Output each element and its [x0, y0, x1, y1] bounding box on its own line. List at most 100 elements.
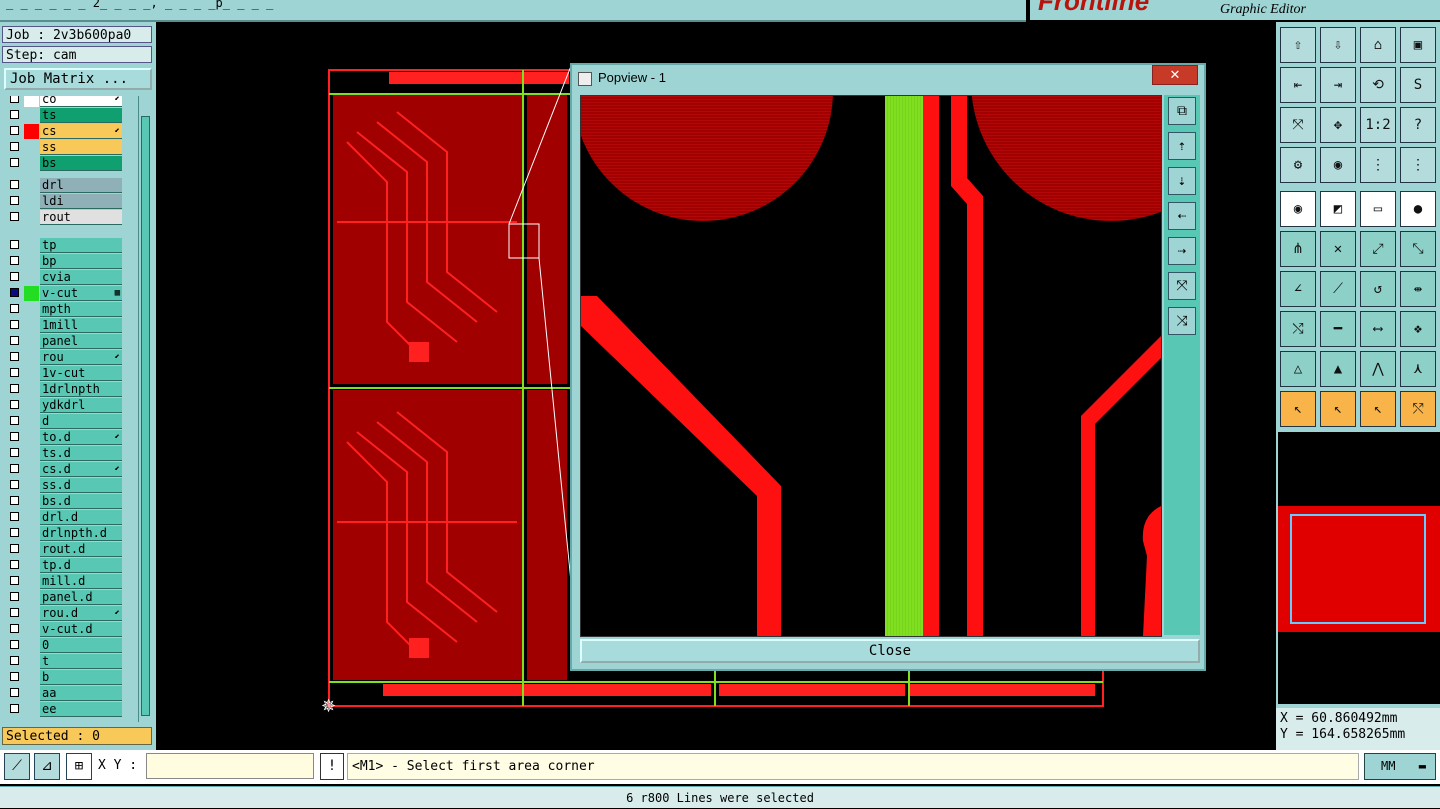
layer-checkbox[interactable] [10, 688, 19, 697]
layer-checkbox[interactable] [10, 624, 19, 633]
job-matrix-button[interactable]: Job Matrix ... [4, 68, 152, 90]
net-icon[interactable]: ⋮ [1360, 147, 1396, 183]
layer-row-ss.d[interactable]: ss.d [4, 478, 130, 493]
layer-checkbox[interactable] [10, 640, 19, 649]
layer-checkbox[interactable] [10, 352, 19, 361]
layer-checkbox[interactable] [10, 212, 19, 221]
layer-name[interactable]: ee [40, 702, 122, 717]
arc-icon[interactable]: ↺ [1360, 271, 1396, 307]
layer-checkbox[interactable] [10, 256, 19, 265]
layer-row-tp.d[interactable]: tp.d [4, 558, 130, 573]
units-select[interactable]: MM ▬ [1364, 753, 1436, 780]
layer-name[interactable]: mpth [40, 302, 122, 317]
layer-checkbox[interactable] [10, 110, 19, 119]
layer-checkbox[interactable] [10, 576, 19, 585]
layer-name[interactable]: panel [40, 334, 122, 349]
layer-name[interactable]: mill.d [40, 574, 122, 589]
layer-checkbox[interactable] [10, 528, 19, 537]
layer-name[interactable]: drl [40, 178, 122, 193]
layer-name[interactable]: cvia [40, 270, 122, 285]
layer-name[interactable]: bs [40, 156, 122, 171]
layer-name[interactable]: tp.d [40, 558, 122, 573]
layer-checkbox[interactable] [10, 320, 19, 329]
delete-icon[interactable]: ✕ [1320, 231, 1356, 267]
layer-row-mpth[interactable]: mpth [4, 302, 130, 317]
flip-icon[interactable]: ⇹ [1400, 271, 1436, 307]
layer-checkbox[interactable] [10, 656, 19, 665]
scrollbar-thumb[interactable] [141, 116, 150, 716]
layer-row-1v-cut[interactable]: 1v-cut [4, 366, 130, 381]
layer-color-swatch[interactable] [24, 124, 39, 139]
fit-icon[interactable]: ⤧ [1280, 107, 1316, 143]
layer-checkbox[interactable] [10, 592, 19, 601]
grid-icon[interactable]: ⊞ [66, 753, 92, 780]
layer-name[interactable]: drl.d [40, 510, 122, 525]
layer-checkbox[interactable] [10, 400, 19, 409]
top-layer-icon[interactable]: ⇧ [1280, 27, 1316, 63]
scale-icon[interactable]: 1:2 [1360, 107, 1396, 143]
layer-row-ts.d[interactable]: ts.d [4, 446, 130, 461]
layer-row-v-cut[interactable]: v-cut ▦ [4, 286, 130, 301]
layer-row-b[interactable]: b [4, 670, 130, 685]
layer-name[interactable]: ldi [40, 194, 122, 209]
layer-row-cs.d[interactable]: cs.d ⬋ [4, 462, 130, 477]
layer-name[interactable]: bp [40, 254, 122, 269]
layer-name[interactable]: d [40, 414, 122, 429]
layer-checkbox[interactable] [10, 240, 19, 249]
close-icon[interactable]: ✕ [1152, 65, 1198, 85]
copy-icon[interactable]: ⤡ [1400, 231, 1436, 267]
layer-checkbox[interactable] [10, 480, 19, 489]
layer-checkbox[interactable] [10, 416, 19, 425]
popview-close-button[interactable]: Close [580, 639, 1200, 663]
group-icon[interactable]: ❖ [1400, 311, 1436, 347]
dot-icon[interactable]: ● [1400, 191, 1436, 227]
layer-name[interactable]: panel.d [40, 590, 122, 605]
move-left-icon[interactable]: ⇤ [1280, 67, 1316, 103]
pan-down-icon[interactable]: ⇣ [1168, 167, 1196, 195]
layer-row-drl.d[interactable]: drl.d [4, 510, 130, 525]
window-icon[interactable]: ▣ [1400, 27, 1436, 63]
snap-icon[interactable]: ⟋ [4, 753, 30, 780]
layer-checkbox[interactable] [10, 142, 19, 151]
layer-name[interactable]: cs.d ⬋ [40, 462, 122, 477]
layer-row-rout.d[interactable]: rout.d [4, 542, 130, 557]
layer-checkbox[interactable] [10, 180, 19, 189]
help-icon[interactable]: ? [1400, 107, 1436, 143]
layer-row-rout[interactable]: rout [4, 210, 130, 225]
layer-checkbox[interactable] [10, 544, 19, 553]
layer-checkbox[interactable] [10, 496, 19, 505]
layer-checkbox[interactable] [10, 368, 19, 377]
layer-row-bs.d[interactable]: bs.d [4, 494, 130, 509]
layer-checkbox[interactable] [10, 384, 19, 393]
layer-row-rou.d[interactable]: rou.d ⬋ [4, 606, 130, 621]
polarity-icon[interactable]: ◩ [1320, 191, 1356, 227]
ruler-icon[interactable]: ▭ [1360, 191, 1396, 227]
layer-row-ydkdrl[interactable]: ydkdrl [4, 398, 130, 413]
line-icon[interactable]: ⟋ [1320, 271, 1356, 307]
layer-row-d[interactable]: d [4, 414, 130, 429]
layer-row-tp[interactable]: tp [4, 238, 130, 253]
layer-name[interactable]: rou ⬋ [40, 350, 122, 365]
layer-color-swatch[interactable] [24, 96, 39, 107]
layer-checkbox[interactable] [10, 704, 19, 713]
edit-vertex-icon[interactable]: ⋏ [1400, 351, 1436, 387]
snap-mode-icon[interactable]: S [1400, 67, 1436, 103]
layer-checkbox[interactable] [10, 464, 19, 473]
layer-checkbox[interactable] [10, 672, 19, 681]
settings-icon[interactable]: ⚙ [1280, 147, 1316, 183]
layer-row-t[interactable]: t [4, 654, 130, 669]
layer-color-swatch[interactable] [24, 286, 39, 301]
home-icon[interactable]: ⌂ [1360, 27, 1396, 63]
popview-title-bar[interactable]: Popview - 1 ✕ [572, 65, 1204, 91]
move-right-icon[interactable]: ⇥ [1320, 67, 1356, 103]
xy-input[interactable] [146, 753, 314, 779]
layer-name[interactable]: rout.d [40, 542, 122, 557]
layer-checkbox[interactable] [10, 432, 19, 441]
layer-checkbox[interactable] [10, 304, 19, 313]
select-feature-icon[interactable]: ◉ [1280, 191, 1316, 227]
layer-name[interactable]: 1mill [40, 318, 122, 333]
layer-row-ts[interactable]: ts [4, 108, 130, 123]
layer-name[interactable]: to.d ⬋ [40, 430, 122, 445]
angle-icon[interactable]: ∠ [1280, 271, 1316, 307]
layer-name[interactable]: rou.d ⬋ [40, 606, 122, 621]
